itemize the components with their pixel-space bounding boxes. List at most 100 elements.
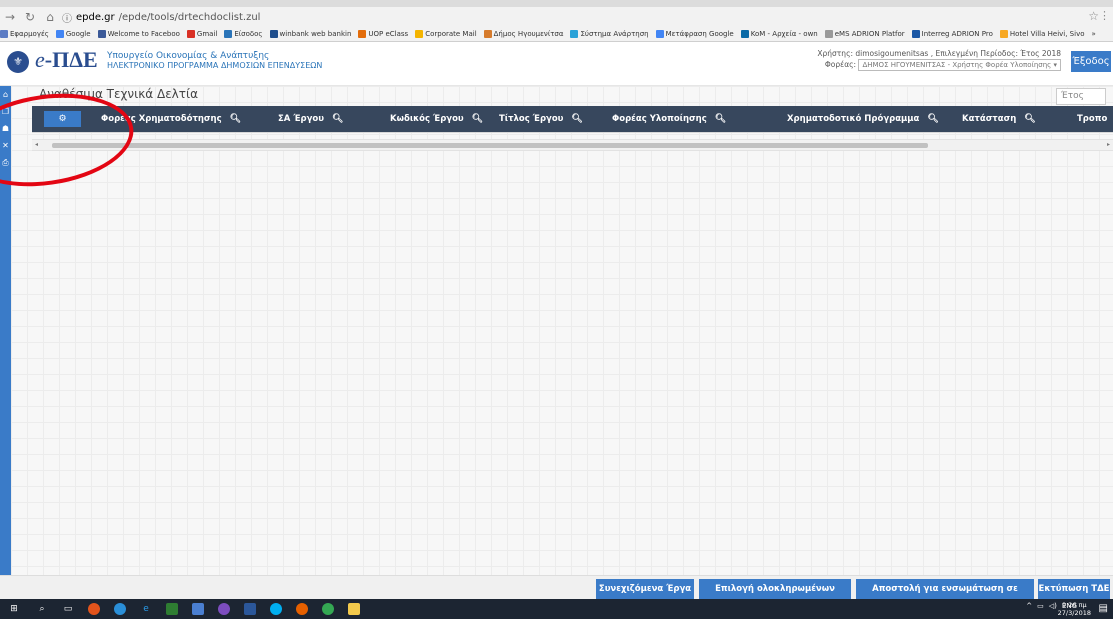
info-icon[interactable]: ⓘ [62,10,72,25]
bookmark-favicon-icon [483,30,492,38]
bookmark-item[interactable]: eMS ADRION Platfor [824,30,905,38]
horizontal-scrollbar[interactable]: ◂ ▸ [32,139,1113,151]
viber-icon[interactable] [218,603,230,615]
clock[interactable]: 9:26 πμ 27/3/2018 [1058,601,1091,617]
column-label: Φορέας Χρηματοδότησης [101,114,222,124]
forward-icon[interactable]: → [4,10,16,24]
column-label: Τροπο [1077,114,1108,124]
bookmark-star-icon[interactable]: ☆ [1088,9,1099,23]
column-header-xrimatodotiko-programma[interactable]: Χρηματοδοτικό Πρόγραμμα 🔍︎ [787,114,939,124]
select-completed-sheets-button[interactable]: Επιλογή ολοκληρωμένων δελτίων [699,579,851,614]
user-line: Χρήστης: dimosigoumenitsas , Επιλεγμένη … [817,49,1061,58]
search-icon[interactable]: 🔍︎ [715,114,726,124]
search-icon[interactable]: ⌕ [36,603,48,615]
column-header-forea-xrimatodotisis[interactable]: Φορέας Χρηματοδότησης 🔍︎ [101,114,241,124]
app-icon[interactable] [166,603,178,615]
reload-icon[interactable]: ↻ [24,10,36,24]
scroll-right-icon[interactable]: ▸ [1107,140,1110,150]
ministry-title: Υπουργείο Οικονομίας & Ανάπτυξης ΗΛΕΚΤΡΟ… [107,51,322,71]
bookmark-item[interactable]: UOP eClass [358,30,408,38]
forea-select[interactable]: ΔΗΜΟΣ ΗΓΟΥΜΕΝΙΤΣΑΣ - Χρήστης Φορέα Υλοπο… [858,59,1061,71]
bookmark-item[interactable]: Hotel Villa Heivi, Sivo [999,30,1085,38]
search-icon[interactable]: 🔍︎ [927,114,938,124]
bookmark-label: Hotel Villa Heivi, Sivo [1009,30,1085,38]
bookmark-item[interactable]: Σύστημα Ανάρτηση [570,30,649,38]
logout-button[interactable]: Έξοδος [1071,51,1111,72]
windows-taskbar: ⊞ ⌕ ▭ e ^ ▭ ◁) ENG 9:26 πμ 27/3/2018 ▤ [0,599,1113,619]
home-icon[interactable]: ⌂ [44,10,56,24]
continuing-projects-button[interactable]: Συνεχιζόμενα Έργα [596,579,694,599]
grid-settings-button[interactable]: ⚙ [44,111,81,127]
app-icon[interactable] [192,603,204,615]
app-logo[interactable]: e-ΠΔΕ [35,47,98,73]
home-icon[interactable]: ⌂ [0,86,11,103]
user-info: Χρήστης: dimosigoumenitsas , Επιλεγμένη … [817,49,1061,71]
print-tde-button[interactable]: Εκτύπωση ΤΔΕ [1038,579,1110,599]
tools-icon[interactable]: ✕ [0,137,11,154]
search-icon[interactable]: 🔍︎ [332,114,343,124]
grid-body [32,132,1113,133]
greek-seal-icon: ⚜ [7,51,29,73]
year-select[interactable]: Έτος 2018 ▾ [1056,88,1106,116]
bookmark-favicon-icon [224,30,233,38]
search-icon[interactable]: 🔍︎ [472,114,483,124]
task-view-icon[interactable]: ▭ [62,603,74,615]
column-header-sa-ergou[interactable]: ΣΑ Έργου 🔍︎ [278,114,343,124]
bookmark-item[interactable]: Δήμος Ηγουμενίτσα [483,30,564,38]
scroll-left-icon[interactable]: ◂ [35,140,38,150]
logo-prefix: e [35,47,45,72]
bookmark-item[interactable]: Corporate Mail [415,30,477,38]
column-header-kodikos-ergou[interactable]: Κωδικός Έργου 🔍︎ [390,114,483,124]
footer-action-bar: Συνεχιζόμενα Έργα Επιλογή ολοκληρωμένων … [0,575,1113,614]
bookmark-item[interactable]: Google [55,30,91,38]
edge-icon[interactable]: e [140,603,152,615]
chevron-up-icon[interactable]: ^ [1026,602,1032,610]
bookmark-favicon-icon [358,30,367,38]
print-icon[interactable]: ⎙ [0,154,11,171]
search-icon[interactable]: 🔍︎ [230,114,241,124]
skype-icon[interactable] [270,603,282,615]
bookmark-item[interactable]: KoM - Αρχεία - own [740,30,818,38]
column-header-katastasi[interactable]: Κατάσταση 🔍︎ [962,114,1036,124]
firefox-icon[interactable] [296,603,308,615]
more-bookmarks-icon[interactable]: » [1092,30,1096,38]
search-icon[interactable]: 🔍︎ [571,114,582,124]
bookmark-label: Google [65,30,91,38]
network-icon[interactable]: ▭ [1037,602,1044,610]
browser-menu-icon[interactable]: ⋮ [1099,9,1110,22]
bookmark-item[interactable]: winbank web bankin [269,30,351,38]
bookmark-item[interactable]: Gmail [186,30,217,38]
bookmark-item[interactable]: Interreg ADRION Pro [911,30,993,38]
volume-icon[interactable]: ◁) [1049,602,1057,610]
bookmark-item[interactable]: Welcome to Faceboo [97,30,180,38]
chrome-icon[interactable] [322,603,334,615]
app-icon[interactable] [244,603,256,615]
grid-header: ⚙ Φορέας Χρηματοδότησης 🔍︎ ΣΑ Έργου 🔍︎ Κωδ… [32,106,1113,132]
hierarchy-icon[interactable]: ☗ [0,120,11,137]
bookmark-item[interactable]: Εφαρμογές [0,30,49,38]
url-field[interactable]: ⓘ epde.gr/epde/tools/drtechdoclist.zul [62,10,260,25]
documents-icon[interactable]: ❐ [0,103,11,120]
column-header-titlos-ergou[interactable]: Τίτλος Έργου 🔍︎ [499,114,583,124]
file-explorer-icon[interactable] [348,603,360,615]
column-header-forea-ylopoiisis[interactable]: Φορέας Υλοποίησης 🔍︎ [612,114,726,124]
app-icon[interactable] [88,603,100,615]
column-label: Φορέας Υλοποίησης [612,114,707,124]
bookmark-favicon-icon [97,30,106,38]
notification-icon[interactable]: ▤ [1099,603,1108,614]
bookmark-label: Δήμος Ηγουμενίτσα [493,30,564,38]
clock-time: 9:26 πμ [1061,601,1087,609]
forea-row: Φορέας: ΔΗΜΟΣ ΗΓΟΥΜΕΝΙΤΣΑΣ - Χρήστης Φορ… [817,59,1061,71]
browser-tab-strip [0,0,1113,7]
bookmark-item[interactable]: Μετάφραση Google [655,30,734,38]
column-header-tropo[interactable]: Τροπο [1077,114,1107,124]
search-icon[interactable]: 🔍︎ [1024,114,1035,124]
scrollbar-thumb[interactable] [52,143,928,148]
bookmark-favicon-icon [740,30,749,38]
send-for-inclusion-button[interactable]: Αποστολή για ενσωμάτωση σε πρόταση [856,579,1034,614]
column-label: Κωδικός Έργου [390,114,464,124]
bookmark-item[interactable]: Είσοδος [224,30,263,38]
app-icon[interactable] [114,603,126,615]
bookmark-label: Welcome to Faceboo [107,30,180,38]
windows-start-icon[interactable]: ⊞ [8,603,20,615]
